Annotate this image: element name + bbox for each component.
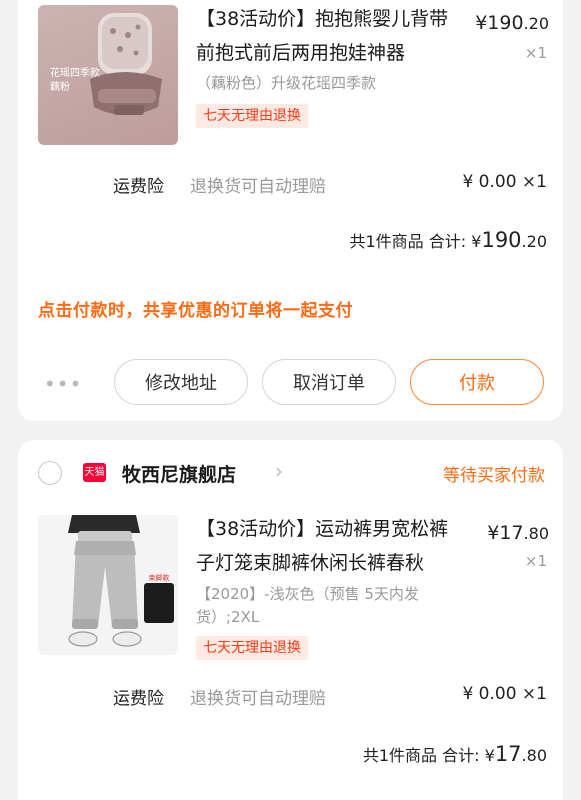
order-summary: 共1件商品 合计: ¥190.20 xyxy=(349,228,547,252)
product-quantity: ×1 xyxy=(524,552,547,570)
tmall-badge-icon: 天猫 xyxy=(83,463,106,482)
more-options-icon[interactable]: ••• xyxy=(44,372,82,396)
product-thumbnail[interactable]: 花瑶四季款 藕粉 xyxy=(38,5,178,145)
shipping-insurance-label: 运费险 xyxy=(113,177,164,197)
store-name[interactable]: 牧西尼旗舰店 xyxy=(122,460,236,487)
order-status: 等待买家付款 xyxy=(443,466,545,486)
product-title[interactable]: 【38活动价】运动裤男宽松裤子灯笼束脚裤休闲长裤春秋 xyxy=(196,512,458,580)
order-card: 天猫 牧西尼旗舰店 › 等待买家付款 束脚款 【38活动价】运动裤男宽松裤子灯笼… xyxy=(18,440,563,800)
order-card: 花瑶四季款 藕粉 【38活动价】抱抱熊婴儿背带前抱式前后两用抱娃神器 ¥190.… xyxy=(18,0,563,421)
return-policy-tag: 七天无理由退换 xyxy=(196,104,308,128)
product-price: ¥190.20 xyxy=(475,12,549,34)
shipping-insurance-price: ¥ 0.00 ×1 xyxy=(462,172,547,192)
shipping-insurance-desc: 退换货可自动理赔 xyxy=(190,177,326,197)
return-policy-tag: 七天无理由退换 xyxy=(196,636,308,660)
edit-address-button[interactable]: 修改地址 xyxy=(114,359,248,405)
pay-button[interactable]: 付款 xyxy=(410,359,544,405)
product-thumbnail[interactable]: 束脚款 xyxy=(38,515,178,655)
thumb-caption: 花瑶四季款 藕粉 xyxy=(50,68,100,93)
shipping-insurance-desc: 退换货可自动理赔 xyxy=(190,689,326,709)
product-spec: （藕粉色）升级花瑶四季款 xyxy=(196,74,377,92)
shipping-insurance-label: 运费险 xyxy=(113,689,164,709)
product-price: ¥17.80 xyxy=(487,522,549,544)
product-quantity: ×1 xyxy=(524,44,547,62)
shipping-insurance-price: ¥ 0.00 ×1 xyxy=(462,684,547,704)
product-spec: 【2020】-浅灰色（预售 5天内发货）;2XL xyxy=(196,585,419,626)
cancel-order-button[interactable]: 取消订单 xyxy=(262,359,396,405)
sweatpants-image xyxy=(68,515,174,647)
order-summary: 共1件商品 合计: ¥17.80 xyxy=(362,742,547,766)
chevron-right-icon[interactable]: › xyxy=(275,459,283,483)
thumb-caption: 束脚款 xyxy=(148,574,170,582)
select-order-checkbox[interactable] xyxy=(38,461,62,485)
product-title[interactable]: 【38活动价】抱抱熊婴儿背带前抱式前后两用抱娃神器 xyxy=(196,2,458,70)
shared-discount-notice: 点击付款时，共享优惠的订单将一起支付 xyxy=(38,301,353,321)
